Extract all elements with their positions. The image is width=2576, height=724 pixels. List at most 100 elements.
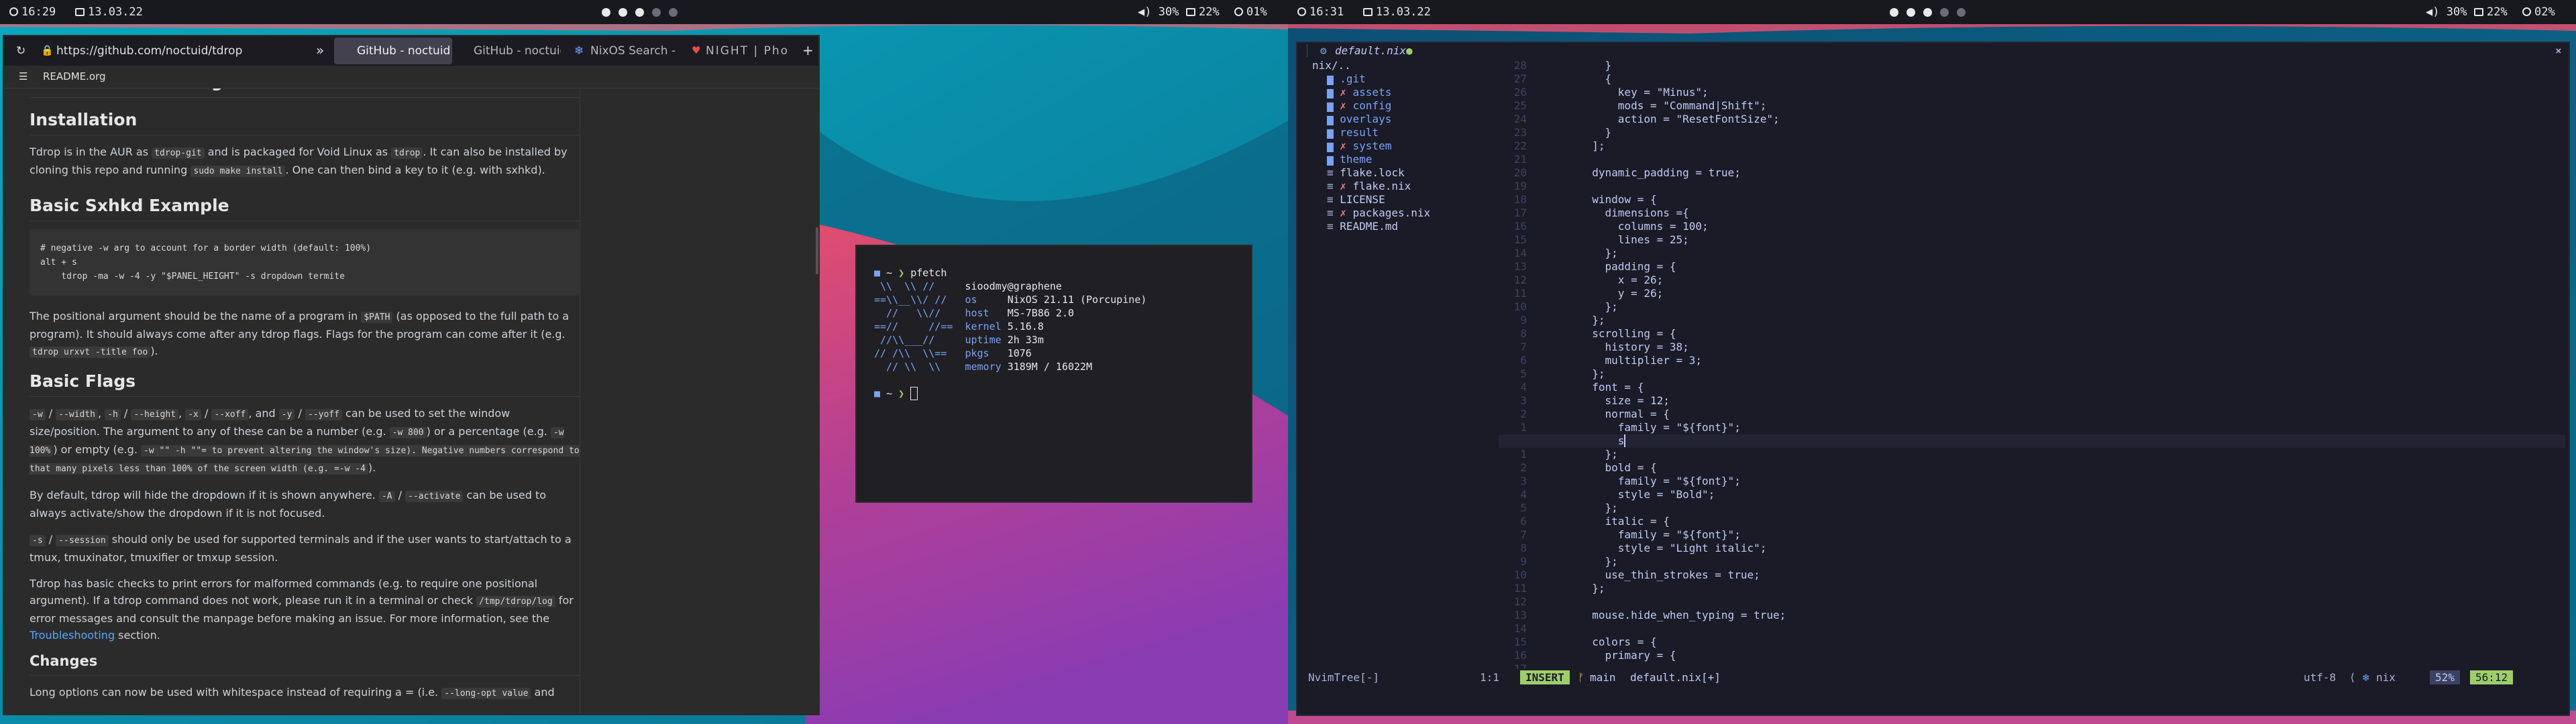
- tree-item-label: flake.nix: [1352, 180, 1411, 192]
- tree-root[interactable]: nix/..: [1312, 59, 1351, 72]
- workspace-1[interactable]: [602, 8, 610, 17]
- tree-folder[interactable]: ▆ ✗ config: [1327, 99, 1391, 113]
- pixiv-icon: ♥: [692, 44, 701, 56]
- scroll-percent: 52%: [2430, 670, 2460, 684]
- code-line: columns = 100;: [1579, 220, 1709, 233]
- info-key: kernel: [965, 320, 1008, 333]
- tree-item-label: packages.nix: [1352, 206, 1431, 219]
- tree-folder[interactable]: ▆ overlays: [1327, 113, 1391, 126]
- line-number: 18: [1513, 193, 1527, 206]
- brightness-value: 22%: [2487, 5, 2508, 19]
- workspace-2[interactable]: [619, 8, 627, 17]
- tree-item-label: theme: [1340, 153, 1373, 166]
- text: and is packaged for Void Linux as: [204, 145, 392, 158]
- line-number: 22: [1513, 139, 1527, 152]
- positional-paragraph: The positional argument should be the na…: [30, 308, 580, 361]
- tree-file[interactable]: ≡ flake.lock: [1327, 166, 1405, 180]
- workspace-5[interactable]: [1957, 8, 1966, 17]
- code-line: action = "ResetFontSize";: [1579, 113, 1780, 125]
- line-number: 26: [1513, 86, 1527, 99]
- tree-file[interactable]: ≡ ✗ packages.nix: [1327, 206, 1430, 220]
- line-number: 12: [1513, 595, 1527, 608]
- code-tdrop-git: tdrop-git: [152, 147, 205, 159]
- tree-file[interactable]: ≡ README.md: [1327, 220, 1398, 233]
- tree-folder[interactable]: ▆ theme: [1327, 153, 1372, 166]
- nix-logo-line: // /\\ \\==: [874, 347, 965, 359]
- tab-github-1[interactable]: GitHub - noctuid: [357, 44, 451, 58]
- workspace-2[interactable]: [1907, 8, 1915, 17]
- workspace-4[interactable]: [652, 8, 661, 17]
- workspace-5[interactable]: [669, 8, 678, 17]
- code-line: s​: [1579, 434, 2565, 448]
- tab-default-nix[interactable]: default.nix: [1335, 44, 1406, 57]
- code-buffer[interactable]: } { key = "Minus"; mods = "Command|Shift…: [1579, 59, 2565, 689]
- workspace-3[interactable]: [635, 8, 644, 17]
- modified-dot-icon: ●: [1406, 44, 1413, 57]
- tree-folder[interactable]: ▆ result: [1327, 126, 1379, 139]
- brightness-icon: [2474, 8, 2483, 16]
- tree-file[interactable]: ≡ LICENSE: [1327, 193, 1385, 206]
- line-number: 21: [1513, 153, 1527, 166]
- line-number: 16: [1513, 220, 1527, 233]
- line-number: 6: [1520, 515, 1527, 528]
- readme-content: Installation and Usage Installation Tdro…: [30, 88, 580, 714]
- left-monitor: 16:29 13.03.22 ◀) 30% 22% 01% ↻ 🔒 https:…: [0, 0, 1288, 724]
- tab-night[interactable]: NIGHT | Pho: [706, 44, 790, 58]
- user-host: sioodmy@graphene: [965, 280, 1062, 292]
- reload-icon[interactable]: ↻: [16, 44, 25, 58]
- code-line: lines = 25;: [1579, 233, 1689, 246]
- workspace-3[interactable]: [1923, 8, 1932, 17]
- close-icon[interactable]: ×: [2555, 44, 2562, 57]
- code-log-path: /tmp/tdrop/log: [476, 596, 555, 607]
- file-icon: ≡: [1327, 180, 1340, 192]
- line-number: 27: [1513, 72, 1527, 85]
- checks-paragraph: Tdrop has basic checks to print errors f…: [30, 575, 580, 644]
- code-long-opt: --long-opt value: [441, 688, 531, 699]
- git-branch-icon: ᚠ: [1578, 671, 1585, 684]
- workspace-4[interactable]: [1940, 8, 1949, 17]
- tab-github-2[interactable]: GitHub - noctuid: [474, 44, 561, 58]
- text: section.: [115, 629, 160, 642]
- code-line: normal = {: [1579, 408, 1670, 420]
- folder-icon: ▆: [1327, 153, 1340, 166]
- workspace-1[interactable]: [1890, 8, 1898, 17]
- clock-time: 16:31: [1309, 5, 1344, 19]
- tree-folder[interactable]: ▆ ✗ assets: [1327, 86, 1391, 99]
- code-flag: -h: [105, 409, 121, 420]
- folder-icon: ▆: [1327, 126, 1340, 139]
- file-label: README.org: [43, 70, 106, 82]
- new-tab-icon[interactable]: +: [802, 42, 814, 58]
- volume-value: 30%: [1158, 5, 1179, 19]
- line-number: 14: [1513, 247, 1527, 259]
- line-number: 13: [1513, 609, 1527, 621]
- code-line: size = 12;: [1579, 394, 1670, 407]
- tab-nixos-search[interactable]: NixOS Search - P: [590, 44, 678, 58]
- line-number: 24: [1513, 113, 1527, 125]
- neovim-window[interactable]: ▏ ⚙ default.nix ● × nix/.. ▆ .git ▆ ✗ ass…: [1296, 42, 2570, 716]
- pfetch-line: ==\\__\\/ // os NixOS 21.11 (Porcupine): [874, 294, 1146, 306]
- code-line: dynamic_padding = true;: [1579, 166, 1741, 179]
- tree-file[interactable]: ≡ ✗ flake.nix: [1327, 180, 1411, 193]
- code-line: family = "${font}";: [1579, 528, 1741, 541]
- tree-folder[interactable]: ▆ ✗ system: [1327, 139, 1391, 153]
- terminal-window[interactable]: ■ ~ ❯ pfetch \\ \\ // sioodmy@graphene =…: [855, 245, 1252, 503]
- battery: 02%: [2522, 5, 2555, 19]
- flags-paragraph: -w / --width, -h / --height, -x / --xoff…: [30, 407, 580, 475]
- list-icon[interactable]: ☰: [19, 70, 28, 82]
- line-number: 6: [1520, 354, 1527, 367]
- mode-indicator: INSERT: [1520, 670, 1570, 684]
- clock: 16:29: [9, 5, 56, 19]
- url-field[interactable]: https://github.com/noctuid/tdrop: [56, 44, 242, 58]
- tree-folder[interactable]: ▆ .git: [1327, 72, 1366, 86]
- line-number: 13: [1513, 260, 1527, 273]
- scrollbar[interactable]: [816, 227, 818, 274]
- nix-logo-line: // \\//: [874, 307, 965, 319]
- encoding: utf-8: [2304, 671, 2337, 684]
- line-number: 11: [1513, 287, 1527, 300]
- tree-item-label: config: [1352, 99, 1392, 112]
- info-key: os: [965, 294, 1008, 306]
- troubleshooting-link[interactable]: Troubleshooting: [30, 629, 115, 642]
- text: Tdrop is in the AUR as: [30, 145, 152, 158]
- tabs-overflow-icon[interactable]: »: [316, 42, 324, 58]
